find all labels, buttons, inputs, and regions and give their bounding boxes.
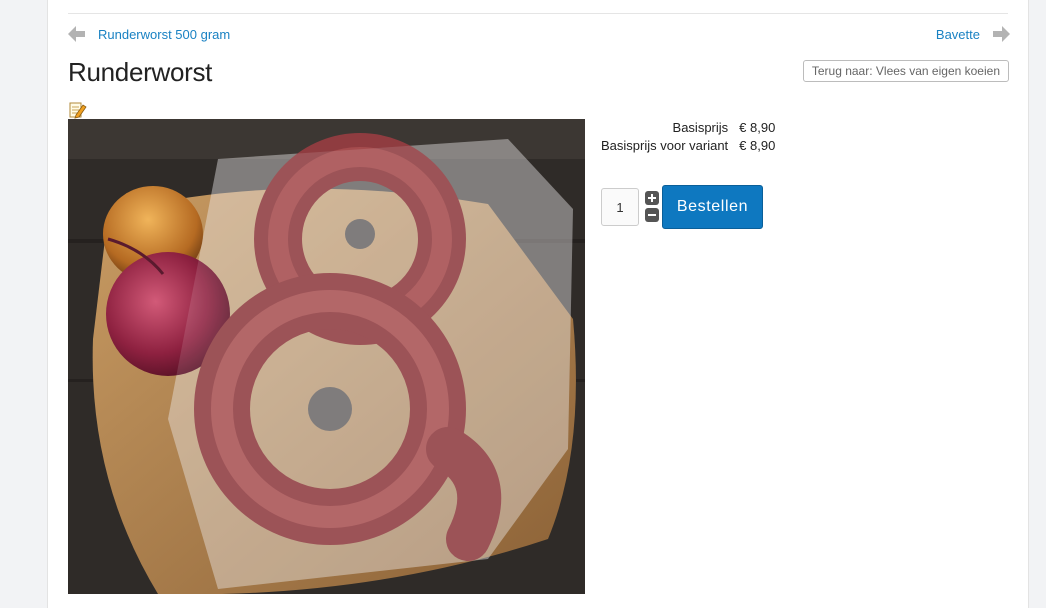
- back-to-category-button[interactable]: Terug naar: Vlees van eigen koeien: [802, 60, 1009, 82]
- price-label: Basisprijs voor variant: [601, 138, 729, 153]
- price-value: € 8,90: [739, 138, 776, 153]
- top-divider: [68, 13, 1008, 14]
- next-product-label[interactable]: Bavette: [936, 27, 980, 42]
- product-photo[interactable]: [68, 119, 585, 594]
- edit-pencil-icon[interactable]: [69, 102, 87, 119]
- next-product-link[interactable]: Bavette: [936, 25, 1010, 43]
- order-button[interactable]: Bestellen: [662, 185, 763, 229]
- arrow-left-icon: [68, 26, 86, 42]
- product-title: Runderworst: [68, 57, 213, 87]
- quantity-input[interactable]: [601, 188, 639, 226]
- minus-icon[interactable]: [645, 208, 659, 222]
- price-label: Basisprijs: [672, 120, 729, 135]
- price-value: € 8,90: [739, 120, 776, 135]
- arrow-right-icon: [992, 26, 1010, 42]
- price-row: Basisprijs voor variant € 8,90: [601, 138, 775, 156]
- previous-product-label[interactable]: Runderworst 500 gram: [98, 27, 230, 42]
- price-table: Basisprijs € 8,90 Basisprijs voor varian…: [601, 120, 775, 156]
- price-row: Basisprijs € 8,90: [601, 120, 776, 138]
- product-page: Runderworst 500 gram Bavette Runderworst…: [47, 0, 1029, 608]
- previous-product-link[interactable]: Runderworst 500 gram: [68, 25, 230, 43]
- plus-icon[interactable]: [645, 191, 659, 205]
